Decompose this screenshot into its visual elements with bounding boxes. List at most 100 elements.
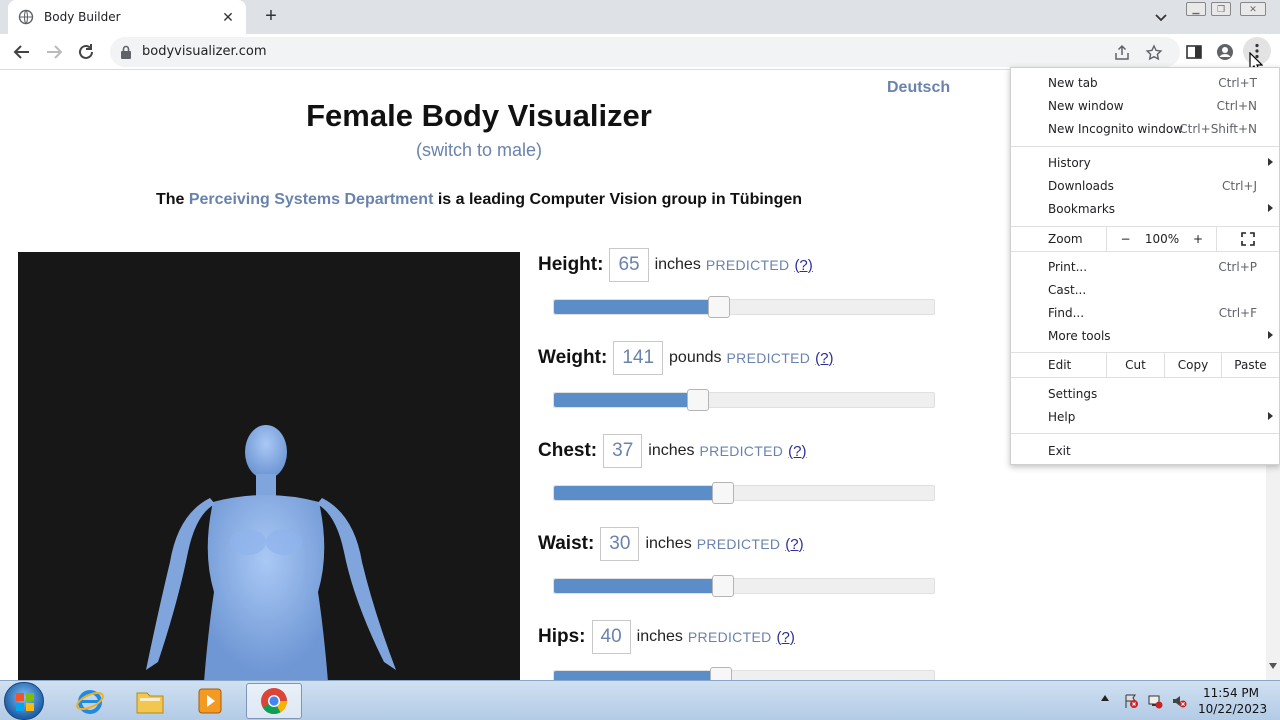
taskbar-chrome[interactable] [246, 683, 302, 719]
browser-tab-strip: Body Builder ✕ + ▁ ❐ ✕ [0, 0, 1280, 34]
new-tab-button[interactable]: + [260, 5, 282, 27]
bookmark-star-icon[interactable] [1145, 44, 1163, 62]
language-link-deutsch[interactable]: Deutsch [887, 79, 950, 97]
minimize-button[interactable]: ▁ [1186, 2, 1206, 16]
fullscreen-button[interactable] [1216, 227, 1279, 251]
back-arrow-icon[interactable] [10, 41, 34, 63]
menu-item-cast[interactable]: Cast... [1011, 279, 1279, 302]
submenu-arrow-icon [1268, 331, 1273, 339]
weight-predicted-link[interactable]: PREDICTED [727, 350, 811, 366]
system-clock[interactable]: 11:54 PM 10/22/2023 [1198, 685, 1267, 717]
zoom-out-button[interactable]: − [1106, 227, 1144, 251]
chevron-down-icon[interactable] [1151, 7, 1171, 27]
tray-expand-icon[interactable] [1101, 695, 1109, 701]
menu-item-settings[interactable]: Settings [1011, 383, 1279, 406]
waist-input[interactable]: 30 [600, 527, 640, 561]
menu-label: Edit [1048, 358, 1072, 372]
taskbar-internet-explorer[interactable] [62, 683, 118, 719]
menu-item-history[interactable]: History [1011, 152, 1279, 175]
height-input[interactable]: 65 [609, 248, 649, 282]
scroll-down-arrow-icon[interactable] [1269, 663, 1277, 669]
menu-item-print[interactable]: Print... Ctrl+P [1011, 256, 1279, 279]
menu-divider [1011, 433, 1279, 434]
windows-taskbar: 11:54 PM 10/22/2023 [0, 680, 1280, 720]
chest-slider[interactable] [553, 482, 935, 504]
close-window-button[interactable]: ✕ [1240, 2, 1266, 16]
menu-item-more-tools[interactable]: More tools [1011, 325, 1279, 348]
chest-predicted-link[interactable]: PREDICTED [700, 443, 784, 459]
menu-item-new-window[interactable]: New window Ctrl+N [1011, 95, 1279, 118]
height-help-link[interactable]: (?) [794, 257, 812, 274]
zoom-in-button[interactable]: + [1180, 227, 1216, 251]
chest-help-link[interactable]: (?) [788, 443, 806, 460]
network-icon[interactable] [1147, 693, 1163, 709]
lock-icon[interactable] [120, 45, 132, 59]
tab-close-icon[interactable]: ✕ [220, 9, 236, 26]
weight-label: Weight: [538, 347, 608, 368]
perceiving-systems-link[interactable]: Perceiving Systems Department [189, 191, 434, 208]
hips-slider-fill [554, 671, 722, 680]
browser-toolbar: bodyvisualizer.com [0, 34, 1280, 74]
height-predicted-link[interactable]: PREDICTED [706, 257, 790, 273]
menu-item-bookmarks[interactable]: Bookmarks [1011, 198, 1279, 221]
hips-predicted-link[interactable]: PREDICTED [688, 629, 772, 645]
height-slider-thumb[interactable] [708, 296, 731, 318]
3d-body-viewer[interactable] [18, 252, 520, 680]
cut-button[interactable]: Cut [1106, 353, 1164, 377]
hips-help-link[interactable]: (?) [777, 629, 795, 646]
waist-predicted-link[interactable]: PREDICTED [697, 536, 781, 552]
waist-slider-fill [554, 579, 724, 593]
menu-label: More tools [1048, 329, 1111, 343]
start-button[interactable] [4, 682, 44, 720]
menu-label: New Incognito window [1048, 122, 1184, 136]
side-panel-icon[interactable] [1185, 43, 1203, 61]
menu-item-new-incognito-window[interactable]: New Incognito window Ctrl+Shift+N [1011, 118, 1279, 141]
taskbar-media-player[interactable] [182, 683, 238, 719]
menu-label: Downloads [1048, 179, 1114, 193]
hips-slider[interactable] [553, 667, 935, 680]
paste-button[interactable]: Paste [1221, 353, 1279, 377]
windows-logo-icon [16, 693, 34, 711]
folder-icon [136, 692, 164, 714]
browser-tab[interactable]: Body Builder ✕ [8, 0, 246, 34]
weight-input[interactable]: 141 [613, 341, 664, 375]
weight-help-link[interactable]: (?) [815, 350, 833, 367]
switch-gender-link[interactable]: (switch to male) [0, 140, 958, 161]
chest-slider-thumb[interactable] [712, 482, 735, 504]
weight-slider[interactable] [553, 389, 935, 411]
profile-icon[interactable] [1216, 43, 1234, 61]
weight-slider-thumb[interactable] [687, 389, 710, 411]
menu-item-new-tab[interactable]: New tab Ctrl+T [1011, 72, 1279, 95]
menu-divider [1011, 251, 1279, 252]
tagline-text-pre: The [155, 191, 189, 208]
restore-button[interactable]: ❐ [1211, 2, 1231, 16]
url-text: bodyvisualizer.com [142, 44, 267, 59]
menu-item-help[interactable]: Help [1011, 406, 1279, 429]
taskbar-file-explorer[interactable] [122, 683, 178, 719]
waist-slider-thumb[interactable] [712, 575, 735, 597]
height-slider[interactable] [553, 296, 935, 318]
weight-unit: pounds [669, 349, 722, 366]
action-center-flag-icon[interactable] [1123, 693, 1139, 709]
menu-label: New window [1048, 99, 1124, 113]
menu-item-exit[interactable]: Exit [1011, 440, 1279, 463]
address-bar[interactable]: bodyvisualizer.com [110, 37, 1180, 67]
menu-item-downloads[interactable]: Downloads Ctrl+J [1011, 175, 1279, 198]
copy-button[interactable]: Copy [1164, 353, 1221, 377]
chest-unit: inches [648, 442, 695, 459]
menu-item-find[interactable]: Find... Ctrl+F [1011, 302, 1279, 325]
waist-help-link[interactable]: (?) [785, 536, 803, 553]
volume-muted-icon[interactable] [1171, 693, 1187, 709]
hips-slider-thumb[interactable] [710, 667, 733, 680]
menu-shortcut: Ctrl+J [1222, 179, 1257, 193]
waist-unit: inches [645, 535, 692, 552]
chest-input[interactable]: 37 [603, 434, 643, 468]
menu-divider [1011, 377, 1279, 378]
waist-slider[interactable] [553, 575, 935, 597]
forward-arrow-icon[interactable] [42, 41, 66, 63]
tagline: The Perceiving Systems Department is a l… [0, 191, 958, 209]
menu-label: Bookmarks [1048, 202, 1116, 216]
hips-input[interactable]: 40 [591, 620, 631, 654]
share-icon[interactable] [1113, 44, 1131, 62]
reload-icon[interactable] [74, 41, 98, 63]
